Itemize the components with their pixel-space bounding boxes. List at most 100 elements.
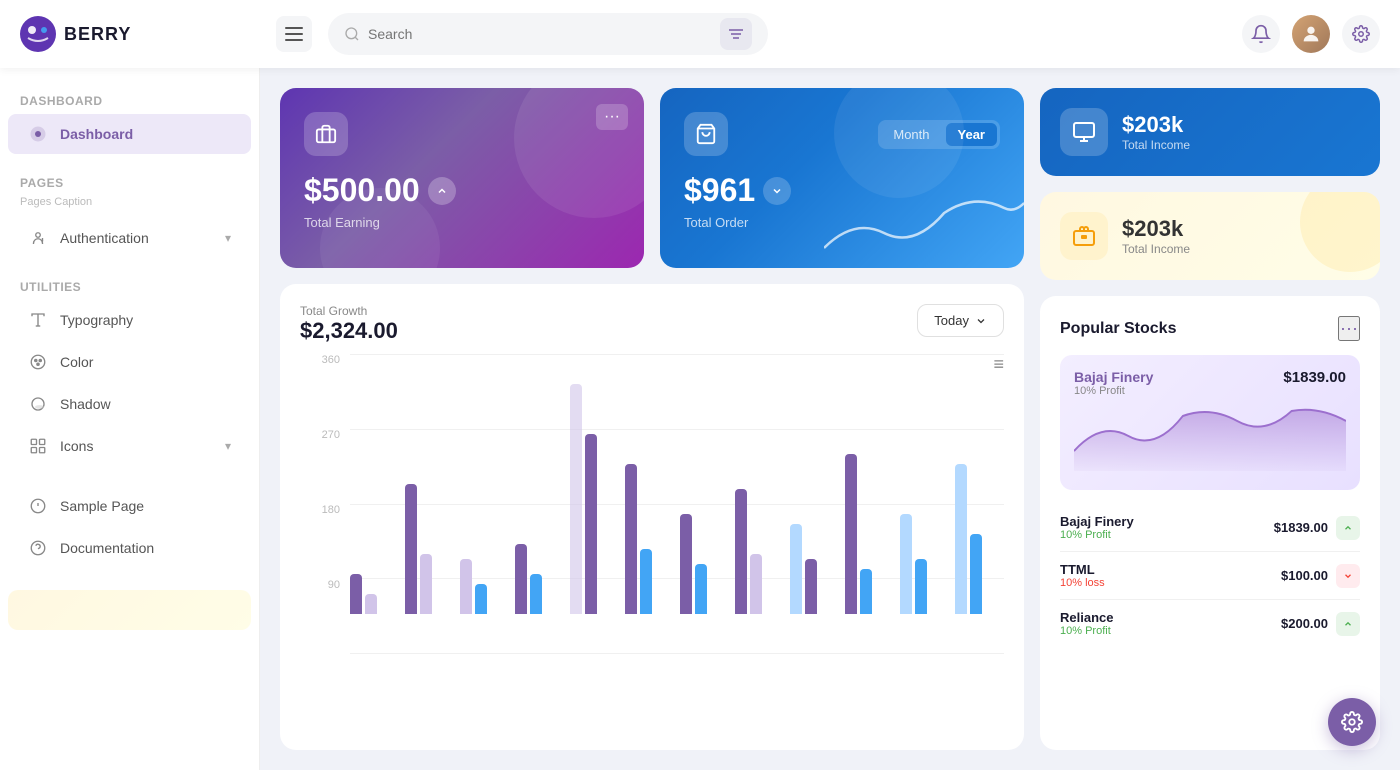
bar-group-2 bbox=[405, 484, 454, 614]
order-trend-icon bbox=[763, 177, 791, 205]
bar-purple-7 bbox=[680, 514, 692, 614]
bar-purple-2 bbox=[405, 484, 417, 614]
earning-card-more-button[interactable]: ··· bbox=[596, 104, 628, 130]
bar-blue-7 bbox=[695, 564, 707, 614]
dashboard-icon bbox=[28, 124, 48, 144]
sidebar-item-auth-label: Authentication bbox=[60, 230, 149, 246]
sidebar-item-color[interactable]: Color bbox=[8, 342, 251, 382]
sidebar-pages-caption: Pages Caption bbox=[0, 194, 259, 216]
chevron-down-icon: ▾ bbox=[225, 231, 231, 245]
stock-bajaj-profit: 10% Profit bbox=[1060, 529, 1134, 541]
icons-icon bbox=[28, 436, 48, 456]
stock-ttml-price: $100.00 bbox=[1281, 568, 1328, 583]
sidebar-item-sample-page[interactable]: Sample Page bbox=[8, 486, 251, 526]
stock-bajaj-price: $1839.00 bbox=[1274, 520, 1328, 535]
content-main: ··· $500.00 Total Earning bbox=[280, 88, 1024, 750]
search-input[interactable] bbox=[368, 26, 712, 42]
bar-purple-10 bbox=[845, 454, 857, 614]
sidebar-item-shadow[interactable]: Shadow bbox=[8, 384, 251, 424]
content-area: ··· $500.00 Total Earning bbox=[260, 68, 1400, 770]
bar-chart bbox=[300, 354, 1004, 634]
bar-group-10 bbox=[845, 454, 894, 614]
notifications-button[interactable] bbox=[1242, 15, 1280, 53]
sidebar-item-typography-label: Typography bbox=[60, 312, 133, 328]
sidebar-item-documentation[interactable]: Documentation bbox=[8, 528, 251, 568]
bar-light-8 bbox=[750, 554, 762, 614]
bar-blue-6 bbox=[640, 549, 652, 614]
sidebar-item-authentication[interactable]: Authentication ▾ bbox=[8, 218, 251, 258]
bar-light-5 bbox=[570, 384, 582, 614]
sidebar-item-typography[interactable]: Typography bbox=[8, 300, 251, 340]
bar-purple-8 bbox=[735, 489, 747, 614]
sidebar-bottom-highlight bbox=[8, 590, 251, 630]
year-button[interactable]: Year bbox=[946, 123, 997, 146]
bar-blue-3 bbox=[475, 584, 487, 614]
stock-reliance-badge bbox=[1336, 612, 1360, 636]
app-name: BERRY bbox=[64, 24, 131, 45]
bell-icon bbox=[1251, 24, 1271, 44]
stock-item-bajaj-info: Bajaj Finery 10% Profit bbox=[1060, 514, 1134, 541]
featured-stock-sub: 10% Profit bbox=[1074, 385, 1153, 397]
bar-lightblue-12 bbox=[955, 464, 967, 614]
stock-ttml-profit: 10% loss bbox=[1060, 577, 1105, 589]
month-year-toggle: Month Year bbox=[878, 120, 1000, 149]
stocks-title: Popular Stocks bbox=[1060, 320, 1176, 338]
stock-bajaj-badge bbox=[1336, 516, 1360, 540]
filter-button[interactable] bbox=[720, 18, 752, 50]
income-blue-label: Total Income bbox=[1122, 138, 1190, 152]
stock-reliance-name: Reliance bbox=[1060, 610, 1113, 625]
gear-icon bbox=[1352, 25, 1370, 43]
search-bar bbox=[328, 13, 768, 55]
sidebar-section-utilities: Utilities bbox=[0, 274, 259, 298]
documentation-icon bbox=[28, 538, 48, 558]
today-filter-button[interactable]: Today bbox=[917, 304, 1004, 337]
search-icon bbox=[344, 26, 360, 42]
stock-item-reliance-info: Reliance 10% Profit bbox=[1060, 610, 1113, 637]
sidebar-item-dashboard-label: Dashboard bbox=[60, 126, 133, 142]
up-arrow-icon bbox=[1343, 523, 1353, 533]
right-panel: $203k Total Income $203k Total Income bbox=[1040, 88, 1380, 750]
bar-group-12 bbox=[955, 464, 1004, 614]
income-blue-icon bbox=[1060, 108, 1108, 156]
up-arrow-icon-2 bbox=[1343, 619, 1353, 629]
featured-stock-top: Bajaj Finery 10% Profit $1839.00 bbox=[1074, 369, 1346, 397]
income-yellow-amount: $203k bbox=[1122, 216, 1190, 242]
menu-button[interactable] bbox=[276, 16, 312, 52]
bar-blue-4 bbox=[530, 574, 542, 614]
color-icon bbox=[28, 352, 48, 372]
order-card-top: Month Year bbox=[684, 112, 1000, 156]
logo-area: BERRY bbox=[20, 16, 260, 52]
sidebar-item-dashboard[interactable]: Dashboard bbox=[8, 114, 251, 154]
chevron-down-icon-icons: ▾ bbox=[225, 439, 231, 453]
bar-light-3 bbox=[460, 559, 472, 614]
bar-group-11 bbox=[900, 514, 949, 614]
bar-chart-area: ≡ 360 270 180 90 bbox=[300, 354, 1004, 674]
sidebar-item-icons[interactable]: Icons ▾ bbox=[8, 426, 251, 466]
fab-settings-button[interactable] bbox=[1328, 698, 1376, 746]
sidebar-section-dashboard: Dashboard bbox=[0, 88, 259, 112]
featured-stock-info: Bajaj Finery 10% Profit bbox=[1074, 369, 1153, 397]
earning-card-icon bbox=[304, 112, 348, 156]
bar-blue-11 bbox=[915, 559, 927, 614]
hamburger-icon bbox=[285, 27, 303, 41]
avatar[interactable] bbox=[1292, 15, 1330, 53]
popular-stocks-card: Popular Stocks ··· Bajaj Finery 10% Prof… bbox=[1040, 296, 1380, 750]
sidebar-section-pages: Pages bbox=[0, 170, 259, 194]
bar-group-3 bbox=[460, 559, 509, 614]
settings-button[interactable] bbox=[1342, 15, 1380, 53]
income-blue-amount: $203k bbox=[1122, 112, 1190, 138]
income-yellow-label: Total Income bbox=[1122, 242, 1190, 256]
stock-item-ttml: TTML 10% loss $100.00 bbox=[1060, 552, 1360, 600]
sidebar: Dashboard Dashboard Pages Pages Caption bbox=[0, 68, 260, 770]
stock-reliance-price: $200.00 bbox=[1281, 616, 1328, 631]
bar-lightblue-9 bbox=[790, 524, 802, 614]
bar-purple-4 bbox=[515, 544, 527, 614]
stock-reliance-profit: 10% Profit bbox=[1060, 625, 1113, 637]
featured-stock-price: $1839.00 bbox=[1283, 369, 1346, 386]
income-card-yellow: $203k Total Income bbox=[1040, 192, 1380, 280]
month-button[interactable]: Month bbox=[881, 123, 941, 146]
bar-blue-10 bbox=[860, 569, 872, 614]
bar-group-1 bbox=[350, 574, 399, 614]
sidebar-item-sample-page-label: Sample Page bbox=[60, 498, 144, 514]
stocks-more-button[interactable]: ··· bbox=[1338, 316, 1360, 341]
